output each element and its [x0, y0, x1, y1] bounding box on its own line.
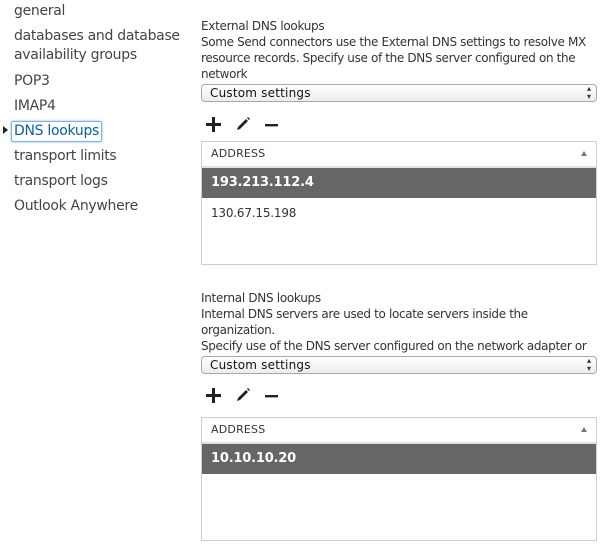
edit-icon: [237, 388, 250, 401]
external-dns-dropdown[interactable]: Custom settings ▴ ▾: [201, 84, 597, 102]
external-dns-table: ADDRESS 193.213.112.4 130.67.15.198: [201, 141, 597, 265]
dropdown-arrows-icon: ▴ ▾: [586, 356, 591, 373]
address-cell: 193.213.112.4: [211, 175, 314, 190]
nav-item-databases-line2: availability groups: [14, 47, 137, 63]
external-dns-description-line2: resource records. Specify use of the DNS…: [201, 51, 576, 81]
internal-dns-description-line2: Specify use of the DNS server configured…: [201, 339, 587, 353]
nav-item-outlook-anywhere[interactable]: Outlook Anywhere: [14, 197, 138, 216]
selected-caret-icon: [3, 126, 8, 134]
nav-item-databases-line1: databases and database: [14, 28, 180, 44]
address-column-header[interactable]: ADDRESS: [202, 142, 596, 168]
remove-button[interactable]: [263, 115, 281, 135]
nav-item-databases[interactable]: databases and database availability grou…: [14, 27, 180, 65]
add-button[interactable]: [205, 386, 223, 406]
edit-icon: [237, 117, 250, 130]
add-icon: [206, 388, 221, 403]
internal-dns-title: Internal DNS lookups: [201, 291, 321, 305]
add-icon: [206, 117, 221, 132]
internal-dns-dropdown[interactable]: Custom settings ▴ ▾: [201, 356, 597, 374]
nav-item-imap4[interactable]: IMAP4: [14, 97, 56, 116]
address-column-label: ADDRESS: [211, 147, 266, 160]
nav-item-general[interactable]: general: [14, 2, 65, 21]
address-cell: 130.67.15.198: [211, 206, 297, 220]
internal-dns-description-line1: Internal DNS servers are used to locate …: [201, 307, 528, 337]
sort-ascending-icon: [581, 427, 587, 432]
add-button[interactable]: [205, 115, 223, 135]
dropdown-arrows-icon: ▴ ▾: [586, 84, 591, 101]
address-column-header[interactable]: ADDRESS: [202, 418, 596, 444]
table-row[interactable]: 193.213.112.4: [202, 168, 596, 198]
external-dns-dropdown-value: Custom settings: [210, 86, 311, 100]
internal-dns-table: ADDRESS 10.10.10.20: [201, 417, 597, 541]
nav-item-transport-logs[interactable]: transport logs: [14, 172, 108, 191]
address-cell: 10.10.10.20: [211, 451, 296, 466]
sort-ascending-icon: [581, 151, 587, 156]
remove-icon: [265, 395, 278, 398]
nav-item-pop3[interactable]: POP3: [14, 72, 50, 91]
internal-dns-dropdown-value: Custom settings: [210, 358, 311, 372]
table-row[interactable]: 10.10.10.20: [202, 444, 596, 474]
remove-icon: [265, 124, 278, 127]
edit-button[interactable]: [234, 115, 252, 135]
nav-item-transport-limits[interactable]: transport limits: [14, 147, 117, 166]
nav-item-dns-lookups[interactable]: DNS lookups: [11, 121, 103, 142]
address-column-label: ADDRESS: [211, 423, 266, 436]
external-dns-title: External DNS lookups: [201, 19, 325, 33]
internal-dns-section: Internal DNS lookups Internal DNS server…: [201, 290, 597, 541]
remove-button[interactable]: [263, 386, 281, 406]
table-row[interactable]: 130.67.15.198: [202, 198, 596, 228]
external-dns-section: External DNS lookups Some Send connector…: [201, 18, 597, 265]
external-dns-description-line1: Some Send connectors use the External DN…: [201, 35, 586, 49]
edit-button[interactable]: [234, 386, 252, 406]
